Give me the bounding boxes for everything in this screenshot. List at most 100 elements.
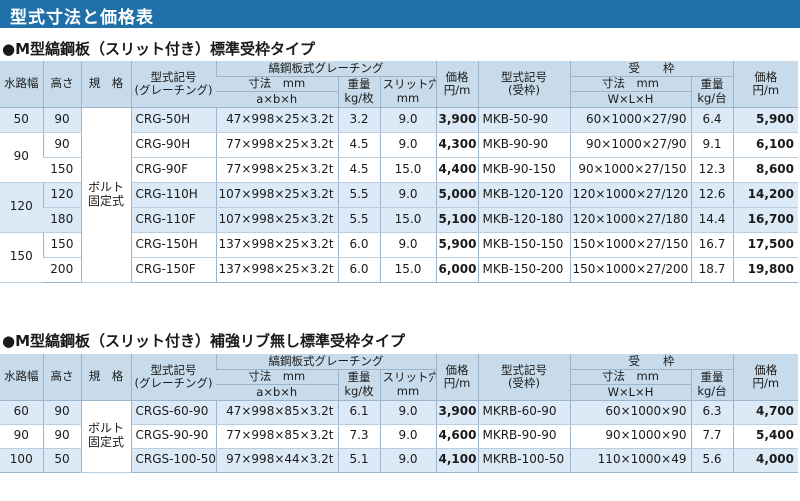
- cell-slit: 9.0: [379, 182, 436, 208]
- cell-grating-model: CRG-150F: [130, 257, 216, 283]
- section-title-2: ●M型縞鋼板（スリット付き）補強リブ無し標準受枠タイプ: [2, 332, 406, 350]
- cell-grating-weight: 7.3: [337, 424, 380, 449]
- cell-slit: 9.0: [379, 132, 436, 158]
- col-header-grating-weight: 重量 kg/枚: [337, 369, 380, 401]
- section-title-1: ●M型縞鋼板（スリット付き）標準受枠タイプ: [2, 40, 316, 58]
- cell-slit: 15.0: [379, 257, 436, 283]
- cell-grating-dims: 47×998×85×3.2t: [215, 400, 338, 425]
- cell-grating-dims: 47×998×25×3.2t: [215, 107, 338, 133]
- cell-grating-dims: 97×998×44×3.2t: [215, 448, 338, 473]
- price-table-standard: 水路幅 高さ規 格型式記号 (グレーチング) 縞鋼板式グレーチング 価格 円/m 型式記号(…: [0, 61, 798, 283]
- col-header-width: 水路幅: [0, 61, 43, 108]
- cell-frame-model: MKB-120-180: [477, 207, 570, 233]
- cell-grating-model: CRG-110H: [130, 182, 216, 208]
- cell-frame-price: 6,100: [732, 132, 798, 158]
- cell-slit: 9.0: [379, 107, 436, 133]
- col-header-frame-dims-unit: W×L×H: [569, 384, 691, 401]
- cell-frame-weight: 18.7: [690, 257, 733, 283]
- price-table-no-rib: 水路幅 高さ規 格型式記号 (グレーチング) 縞鋼板式グレーチング 価格 円/m 型式記号(…: [0, 354, 798, 473]
- cell-height: 150: [42, 232, 81, 258]
- table-row: 50 90 ボルト 固定式 CRG-50H 47×998×25×3.2t 3.2 9.0 3,9…: [0, 107, 798, 283]
- cell-frame-weight: 6.3: [690, 400, 733, 425]
- col-group-grating: 縞鋼板式グレーチング: [215, 354, 436, 370]
- cell-grating-model: CRGS-100-50: [130, 448, 216, 473]
- col-header-grating-weight: 重量 kg/枚: [337, 76, 380, 108]
- col-group-frame: 受 枠: [569, 354, 733, 370]
- cell-width: 90: [0, 424, 43, 449]
- cell-height: 150: [43, 157, 81, 183]
- cell-height: 90: [42, 424, 81, 449]
- cell-frame-model: MKB-90-150: [477, 157, 570, 183]
- cell-frame-price: 4,000: [732, 448, 798, 473]
- cell-grating-weight: 4.5: [337, 157, 380, 183]
- cell-grating-model: CRG-150H: [130, 232, 216, 258]
- col-header-grating-model: 型式記号 (グレーチング): [130, 61, 216, 108]
- cell-frame-model: MKRB-90-90: [477, 424, 570, 449]
- cell-frame-weight: 6.4: [690, 107, 733, 133]
- cell-slit: 9.0: [379, 448, 436, 473]
- cell-height: 90: [42, 107, 81, 133]
- col-header-dims-unit: a×b×h: [216, 91, 338, 108]
- cell-grating-price: 6,000: [435, 257, 478, 283]
- cell-slit: 9.0: [379, 232, 436, 258]
- col-group-grating: 縞鋼板式グレーチング: [215, 61, 436, 77]
- cell-height: 90: [42, 132, 81, 158]
- cell-grating-weight: 5.1: [337, 448, 380, 473]
- cell-grating-price: 3,900: [435, 400, 478, 425]
- col-header-frame-price: 価格 円/m: [732, 61, 798, 108]
- cell-grating-price: 4,600: [435, 424, 478, 449]
- cell-frame-weight: 5.6: [690, 448, 733, 473]
- cell-width: 120: [0, 182, 43, 233]
- cell-spec: ボルト 固定式: [80, 107, 131, 283]
- cell-frame-model: MKRB-60-90: [477, 400, 570, 425]
- cell-width: 90: [0, 132, 43, 183]
- col-header-spec: 規 格: [80, 354, 131, 401]
- page-title-bar: 型式寸法と価格表: [0, 0, 800, 28]
- col-header-frame-dims: 寸法 mm: [569, 76, 691, 92]
- cell-frame-weight: 9.1: [690, 132, 733, 158]
- cell-grating-price: 4,400: [435, 157, 478, 183]
- cell-frame-weight: 12.6: [690, 182, 733, 208]
- col-header-height: 高さ: [42, 61, 81, 108]
- col-header-frame-model: 型式記号 (受枠): [477, 354, 570, 401]
- cell-grating-price: 5,100: [435, 207, 478, 233]
- cell-frame-model: MKRB-100-50: [477, 448, 570, 473]
- cell-grating-model: CRG-90F: [130, 157, 216, 183]
- cell-frame-dims: 90×1000×90: [569, 424, 691, 449]
- cell-height: 90: [42, 400, 81, 425]
- col-header-slit: スリット穴 mm: [379, 76, 436, 108]
- table-header-row: 水路幅 高さ規 格型式記号 (グレーチング) 縞鋼板式グレーチング 価格 円/m 型式記号(…: [0, 354, 798, 401]
- cell-height: 200: [43, 257, 81, 283]
- cell-grating-model: CRG-110F: [130, 207, 216, 233]
- cell-frame-dims: 150×1000×27/200: [569, 257, 691, 283]
- cell-frame-dims: 110×1000×49: [569, 448, 691, 473]
- cell-grating-model: CRGS-90-90: [130, 424, 216, 449]
- cell-frame-model: MKB-150-200: [477, 257, 570, 283]
- col-header-frame-model: 型式記号 (受枠): [477, 61, 570, 108]
- cell-frame-model: MKB-150-150: [477, 232, 570, 258]
- col-header-dims-unit: a×b×h: [216, 384, 338, 401]
- cell-frame-dims: 120×1000×27/180: [569, 207, 691, 233]
- cell-grating-weight: 6.0: [337, 257, 380, 283]
- col-header-dims: 寸法 mm: [216, 369, 338, 385]
- cell-frame-dims: 90×1000×27/150: [569, 157, 691, 183]
- cell-height: 50: [42, 448, 81, 473]
- cell-frame-weight: 16.7: [690, 232, 733, 258]
- cell-grating-weight: 3.2: [337, 107, 380, 133]
- cell-grating-dims: 107×998×25×3.2t: [215, 207, 338, 233]
- col-header-spec: 規 格: [80, 61, 131, 108]
- table-row: 60 90 ボルト 固定式 CRGS-60-90 47×998×85×3.2t 6.1 9.0…: [0, 400, 798, 473]
- col-header-frame-price: 価格 円/m: [732, 354, 798, 401]
- cell-frame-weight: 7.7: [690, 424, 733, 449]
- cell-frame-dims: 60×1000×90: [569, 400, 691, 425]
- cell-grating-model: CRG-50H: [130, 107, 216, 133]
- col-header-height: 高さ: [42, 354, 81, 401]
- cell-frame-model: MKB-50-90: [477, 107, 570, 133]
- cell-height: 180: [43, 207, 81, 233]
- cell-grating-dims: 107×998×25×3.2t: [215, 182, 338, 208]
- cell-slit: 15.0: [379, 157, 436, 183]
- cell-grating-price: 4,100: [435, 448, 478, 473]
- cell-frame-model: MKB-90-90: [477, 132, 570, 158]
- col-header-grating-price: 価格 円/m: [435, 354, 478, 401]
- cell-frame-dims: 90×1000×27/90: [569, 132, 691, 158]
